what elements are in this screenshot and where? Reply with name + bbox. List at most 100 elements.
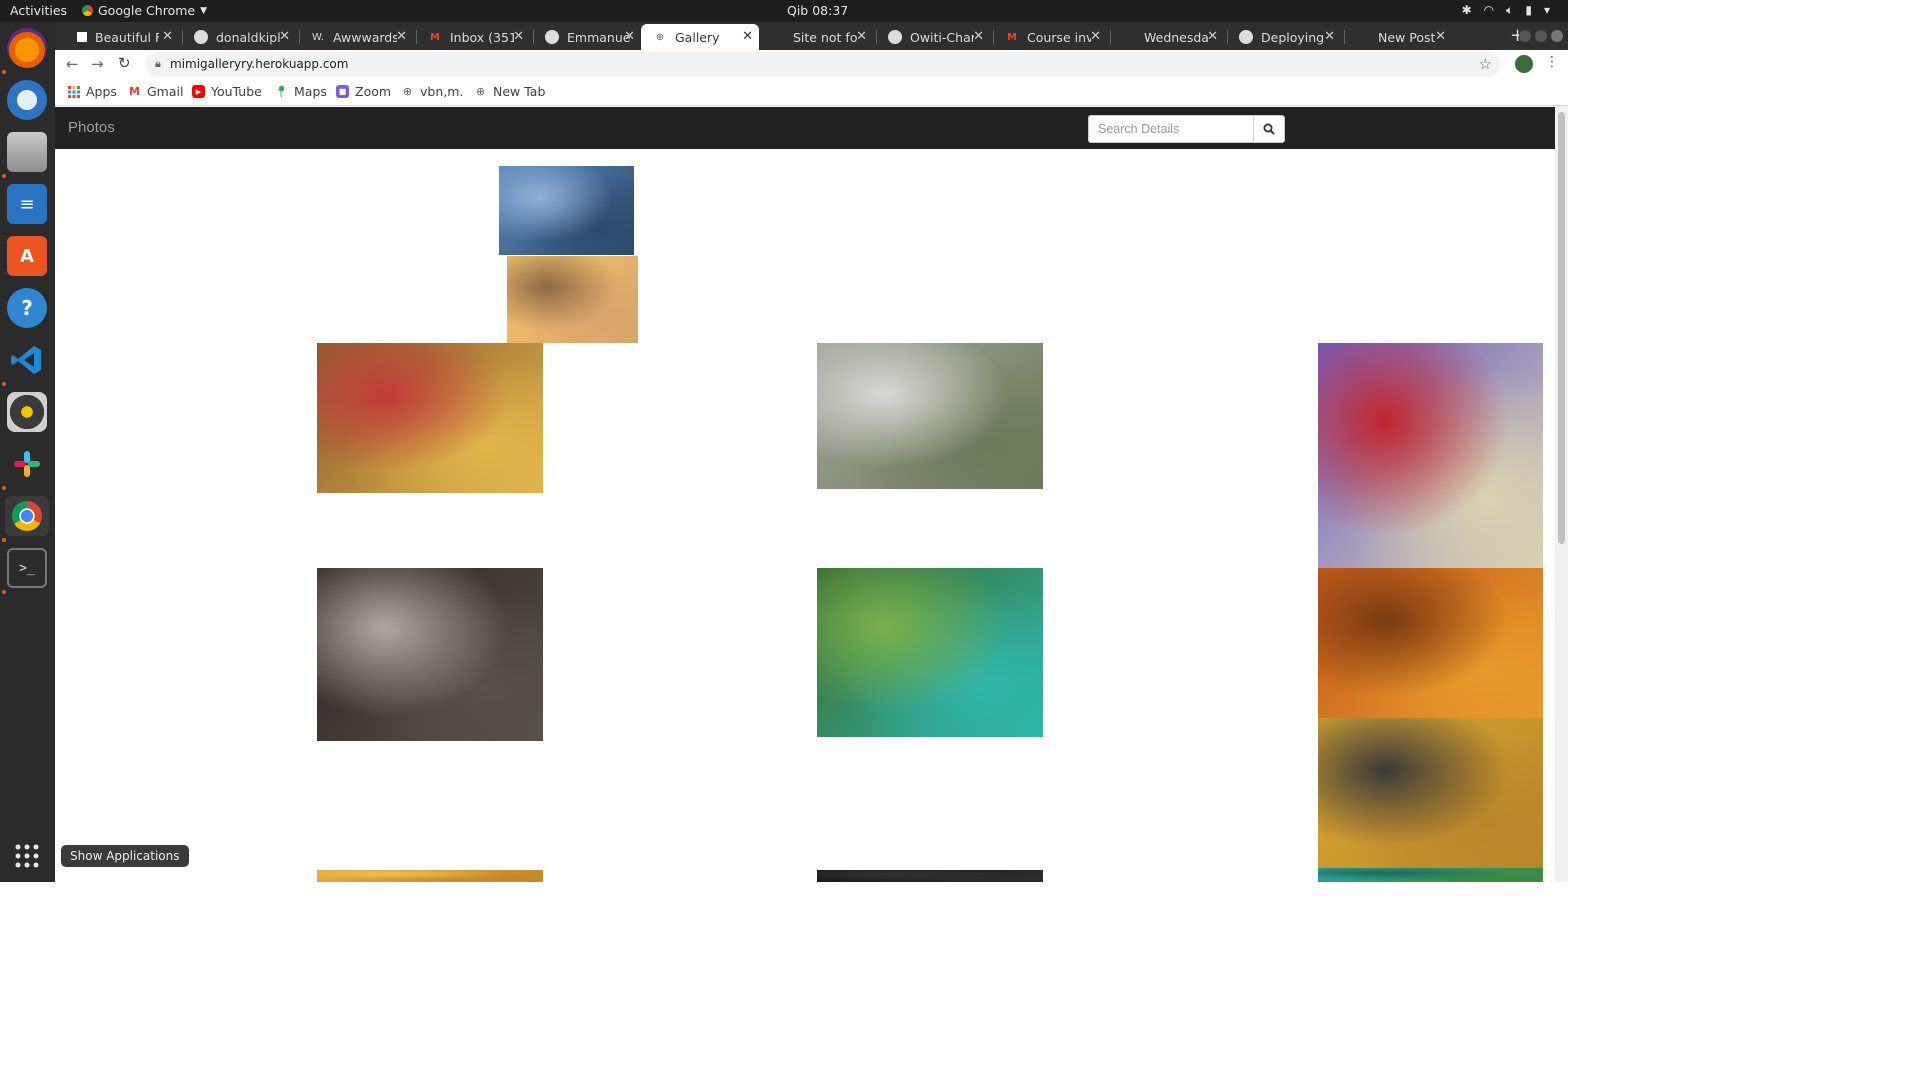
thunderbird-icon[interactable] <box>7 80 47 120</box>
tab-title: Site not fo <box>793 29 857 45</box>
forward-arrow-icon[interactable]: → <box>91 55 104 73</box>
photo-friends-toys[interactable] <box>317 343 543 493</box>
bookmark-label: Apps <box>86 84 117 99</box>
chrome-icon[interactable] <box>5 496 49 536</box>
close-icon[interactable]: ✕ <box>856 29 867 44</box>
close-icon[interactable]: ✕ <box>973 29 984 44</box>
photo-autumn-leaves[interactable] <box>1318 568 1543 718</box>
rhythmbox-icon[interactable] <box>7 392 47 432</box>
tab-owiti-char[interactable]: Owiti-Char ✕ <box>876 24 990 50</box>
bookmark-new-tab[interactable]: ⊕ New Tab <box>474 84 546 99</box>
close-icon[interactable]: ✕ <box>1207 29 1218 44</box>
browser-toolbar: ← → ↻ 🔒︎ mimigalleryry.herokuapp.com ☆ ⋮ <box>55 50 1568 79</box>
photo-woman-laptop[interactable] <box>317 568 543 741</box>
url-text[interactable]: mimigalleryry.herokuapp.com <box>170 57 348 71</box>
slack-tray-icon[interactable]: ✱ <box>1462 3 1472 18</box>
show-applications-icon[interactable] <box>7 836 47 876</box>
bookmark-vbnm[interactable]: ⊕ vbn,m. <box>401 84 464 99</box>
photo-yellow-partial[interactable] <box>317 870 543 882</box>
bookmark-maps[interactable]: 📍︎ Maps <box>275 84 327 99</box>
close-icon[interactable]: ✕ <box>162 29 173 44</box>
wifi-icon: ◠ <box>1483 3 1495 17</box>
bookmark-zoom[interactable]: ■ Zoom <box>336 84 391 99</box>
software-icon[interactable]: A <box>7 236 47 276</box>
bookmark-gmail[interactable]: M Gmail <box>128 84 183 99</box>
tab-title: Beautiful F <box>95 29 159 45</box>
address-bar[interactable]: 🔒︎ mimigalleryry.herokuapp.com ☆ <box>145 52 1500 77</box>
tab-title: Emmanuel <box>567 29 631 45</box>
profile-avatar[interactable] <box>1515 55 1533 73</box>
bookmarks-bar: Apps M Gmail ▶ YouTube 📍︎ Maps ■ Zoom ⊕ … <box>55 79 1568 106</box>
maps-pin-icon: 📍︎ <box>274 85 289 98</box>
photo-building-sculpture[interactable] <box>1318 343 1543 568</box>
back-arrow-icon[interactable]: ← <box>66 55 79 73</box>
navbar-brand[interactable]: Photos <box>68 119 115 136</box>
tab-site-not-found[interactable]: Site not fo ✕ <box>759 24 873 50</box>
tab-awwwards[interactable]: W. Awwwards ✕ <box>299 24 413 50</box>
tab-title: New Post <box>1378 29 1436 45</box>
tab-title: Inbox (351) <box>450 29 514 45</box>
minimize-button[interactable] <box>1519 30 1531 42</box>
system-tray[interactable]: ✱ ◠ 🔈︎ ▮ ▾ <box>1462 3 1550 18</box>
close-icon[interactable]: ✕ <box>1435 29 1446 44</box>
close-icon[interactable]: ✕ <box>513 29 524 44</box>
volume-icon: 🔈︎ <box>1506 3 1514 17</box>
tab-title: Gallery <box>675 29 720 45</box>
photo-coast-aerial[interactable] <box>817 568 1043 737</box>
firefox-icon[interactable] <box>7 28 47 68</box>
bookmark-apps[interactable]: Apps <box>67 84 117 99</box>
terminal-icon[interactable]: >_ <box>7 548 47 588</box>
vscode-icon[interactable] <box>7 340 47 380</box>
close-icon[interactable]: ✕ <box>396 29 407 44</box>
close-icon[interactable]: ✕ <box>1324 29 1335 44</box>
tab-new-post[interactable]: New Post ✕ <box>1344 24 1452 50</box>
search-input[interactable] <box>1088 115 1254 143</box>
github-icon <box>1239 30 1253 44</box>
chrome-menu-icon[interactable]: ⋮ <box>1545 54 1559 70</box>
app-menu[interactable]: Google Chrome ▼ <box>82 3 207 18</box>
tab-inbox[interactable]: M Inbox (351) ✕ <box>416 24 530 50</box>
tab-donaldkipl[interactable]: donaldkipl ✕ <box>182 24 296 50</box>
tab-beautiful[interactable]: Beautiful F ✕ <box>65 24 179 50</box>
tab-wednesday[interactable]: Wednesday ✕ <box>1110 24 1224 50</box>
photo-skyscraper[interactable] <box>499 166 634 255</box>
bookmark-youtube[interactable]: ▶ YouTube <box>192 84 262 99</box>
close-icon[interactable]: ✕ <box>624 29 635 44</box>
photo-teal-partial[interactable] <box>1318 868 1543 882</box>
help-icon[interactable]: ? <box>7 288 47 328</box>
photo-dark-partial[interactable] <box>817 870 1043 882</box>
close-window-button[interactable] <box>1551 30 1563 42</box>
lock-icon[interactable]: 🔒︎ <box>155 57 161 71</box>
photo-desert-girl[interactable] <box>507 256 638 343</box>
chevron-down-icon: ▾ <box>1543 3 1550 17</box>
globe-icon <box>1356 30 1370 44</box>
close-icon[interactable]: ✕ <box>279 29 290 44</box>
tab-title: Awwwards <box>333 29 397 45</box>
dropdown-arrow-icon: ▼ <box>200 5 208 16</box>
page-scrollbar[interactable] <box>1555 106 1568 882</box>
reload-icon[interactable]: ↻ <box>118 54 131 72</box>
writer-icon[interactable]: ≡ <box>7 184 47 224</box>
scrollbar-thumb[interactable] <box>1558 112 1565 544</box>
bookmark-label: Gmail <box>147 84 184 99</box>
tab-deploying[interactable]: Deploying ✕ <box>1227 24 1341 50</box>
globe-icon <box>771 30 785 44</box>
globe-icon: ⊕ <box>475 85 486 98</box>
activities-button[interactable]: Activities <box>10 3 67 18</box>
tab-course-invite[interactable]: M Course invi ✕ <box>993 24 1107 50</box>
bookmark-star-icon[interactable]: ☆ <box>1479 55 1492 73</box>
close-icon[interactable]: ✕ <box>1090 29 1101 44</box>
tab-emmanuel[interactable]: Emmanuel ✕ <box>533 24 641 50</box>
github-icon <box>888 30 902 44</box>
tab-gallery[interactable]: ⊕ Gallery ✕ <box>641 24 759 50</box>
search-button[interactable] <box>1253 115 1285 143</box>
close-icon[interactable]: ✕ <box>742 29 753 44</box>
photo-golden-room[interactable] <box>1318 718 1543 868</box>
clock[interactable]: Qib 08:37 <box>787 3 848 18</box>
maximize-button[interactable] <box>1535 30 1547 42</box>
site-navbar: Photos <box>55 107 1555 149</box>
photo-cycle-cart[interactable] <box>817 343 1043 489</box>
slack-icon[interactable] <box>7 444 47 484</box>
files-icon[interactable] <box>7 132 47 172</box>
tab-title: Owiti-Char <box>910 29 974 45</box>
